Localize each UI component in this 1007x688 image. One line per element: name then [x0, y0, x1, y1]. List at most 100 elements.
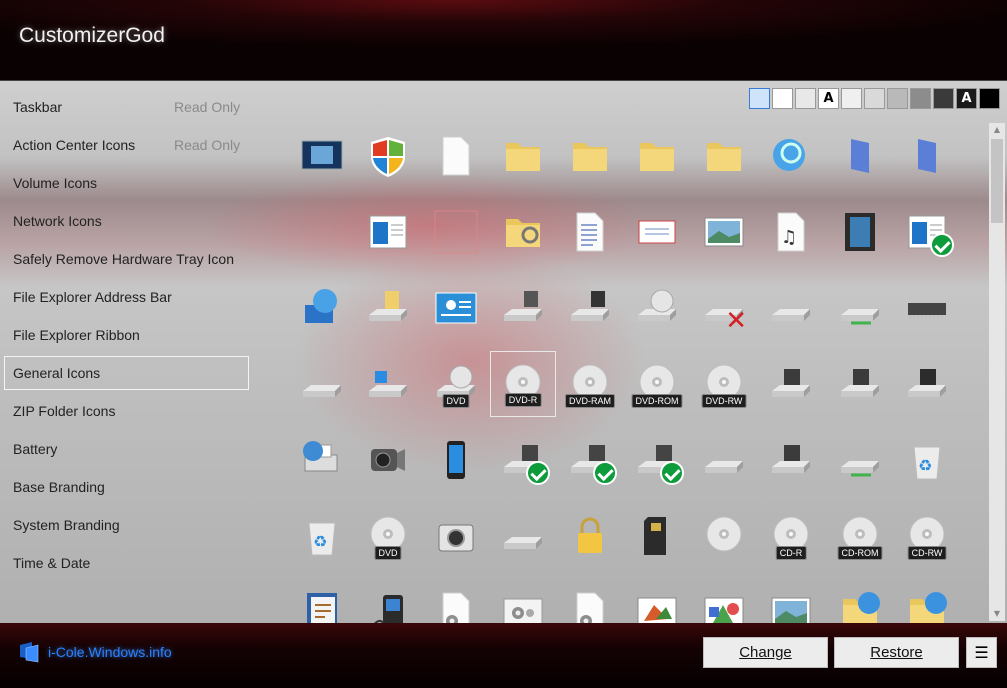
usb-drive-icon[interactable]: [894, 351, 960, 417]
text-document-icon[interactable]: [557, 199, 623, 265]
folder-icon[interactable]: [624, 123, 690, 189]
card-drive-icon[interactable]: [827, 351, 893, 417]
scroll-up-arrow-icon[interactable]: ▲: [989, 123, 1005, 137]
blank-square-icon[interactable]: [423, 199, 489, 265]
cd-drive-icon[interactable]: [624, 275, 690, 341]
windows-drive-icon[interactable]: [355, 351, 421, 417]
drive-error-icon[interactable]: ✕: [691, 275, 757, 341]
sidebar-item-time-date[interactable]: Time & Date: [4, 546, 249, 580]
dvd-ram-disc-icon[interactable]: DVD-RAM: [557, 351, 623, 417]
color-swatch[interactable]: [933, 88, 954, 109]
folder-search-icon[interactable]: [490, 199, 556, 265]
folder-narrow-icon[interactable]: [691, 123, 757, 189]
contacts-icon[interactable]: [289, 579, 355, 624]
removable-drive-icon[interactable]: [758, 427, 824, 493]
shapes-picture-icon[interactable]: [691, 579, 757, 624]
sidebar-item-action-center-icons[interactable]: Action Center Icons Read Only: [4, 128, 249, 162]
paint-picture-icon[interactable]: [624, 579, 690, 624]
sidebar-item-safely-remove-hardware-tray-icon[interactable]: Safely Remove Hardware Tray Icon: [4, 242, 249, 276]
color-swatch[interactable]: [772, 88, 793, 109]
scroll-down-arrow-icon[interactable]: ▼: [989, 607, 1005, 621]
recycle-bin-empty-icon[interactable]: ♻: [289, 503, 355, 569]
camcorder-icon[interactable]: [355, 427, 421, 493]
image-document-icon[interactable]: [691, 199, 757, 265]
blank-document-icon[interactable]: [423, 123, 489, 189]
folder-icon[interactable]: [557, 123, 623, 189]
scroll-thumb[interactable]: [991, 139, 1003, 223]
music-document-icon[interactable]: ♫: [758, 199, 824, 265]
library-narrow-icon[interactable]: [894, 123, 960, 189]
settings-file-icon[interactable]: [557, 579, 623, 624]
memory-chip-icon[interactable]: [894, 275, 960, 341]
network-globe-icon[interactable]: [289, 275, 355, 341]
color-swatch[interactable]: [864, 88, 885, 109]
shield-icon[interactable]: [355, 123, 421, 189]
color-swatch[interactable]: [841, 88, 862, 109]
network-drive-icon[interactable]: [827, 427, 893, 493]
color-swatch[interactable]: [795, 88, 816, 109]
color-swatch[interactable]: [910, 88, 931, 109]
phone-icon[interactable]: [423, 427, 489, 493]
settings-window-icon[interactable]: [490, 579, 556, 624]
network-drive-icon[interactable]: [827, 275, 893, 341]
envelope-document-icon[interactable]: [624, 199, 690, 265]
drive-check-icon[interactable]: [557, 427, 623, 493]
monitor-windows-icon[interactable]: [289, 123, 355, 189]
folder-icon[interactable]: [490, 123, 556, 189]
sidebar-item-volume-icons[interactable]: Volume Icons: [4, 166, 249, 200]
change-button[interactable]: Change: [703, 637, 828, 668]
printer-network-icon[interactable]: [289, 427, 355, 493]
restore-button[interactable]: Restore: [834, 637, 959, 668]
brand-link[interactable]: i-Cole.Windows.info: [18, 641, 172, 663]
sidebar-item-base-branding[interactable]: Base Branding: [4, 470, 249, 504]
cd-r-disc-icon[interactable]: CD-R: [758, 503, 824, 569]
color-swatch[interactable]: [979, 88, 1000, 109]
drive-check-icon[interactable]: [490, 427, 556, 493]
dvd-rom-disc-icon[interactable]: DVD-ROM: [624, 351, 690, 417]
dvd-rw-disc-icon[interactable]: DVD-RW: [691, 351, 757, 417]
dvd-r-disc-icon[interactable]: DVD-R: [490, 351, 556, 417]
sidebar-item-system-branding[interactable]: System Branding: [4, 508, 249, 542]
settings-document-icon[interactable]: [423, 579, 489, 624]
sidebar-item-general-icons[interactable]: General Icons: [4, 356, 249, 390]
drive-folder-icon[interactable]: [355, 275, 421, 341]
video-document-icon[interactable]: [827, 199, 893, 265]
drive-shortcut-icon[interactable]: [490, 503, 556, 569]
color-swatch[interactable]: A: [818, 88, 839, 109]
window-app-icon[interactable]: [355, 199, 421, 265]
sidebar-item-zip-folder-icons[interactable]: ZIP Folder Icons: [4, 394, 249, 428]
landscape-picture-icon[interactable]: [758, 579, 824, 624]
media-player-icon[interactable]: [355, 579, 421, 624]
globe-search-icon[interactable]: [759, 123, 825, 189]
cd-rw-disc-icon[interactable]: CD-RW: [894, 503, 960, 569]
color-swatch[interactable]: [887, 88, 908, 109]
scrollbar[interactable]: ▲ ▼: [989, 123, 1005, 621]
drive-icon[interactable]: [691, 427, 757, 493]
floppy-drive-icon[interactable]: [490, 275, 556, 341]
network-folder-icon[interactable]: [894, 579, 960, 624]
window-check-icon[interactable]: [894, 199, 960, 265]
library-icon[interactable]: [827, 123, 893, 189]
sidebar-item-network-icons[interactable]: Network Icons: [4, 204, 249, 238]
disc-icon[interactable]: [691, 503, 757, 569]
drive-icon[interactable]: [758, 275, 824, 341]
sd-card-icon[interactable]: [624, 503, 690, 569]
menu-icon[interactable]: ☰: [966, 637, 997, 668]
control-panel-icon[interactable]: [423, 275, 489, 341]
floppy-drive-dark-icon[interactable]: [557, 275, 623, 341]
padlock-icon[interactable]: [557, 503, 623, 569]
color-swatch[interactable]: A: [956, 88, 977, 109]
sidebar-item-battery[interactable]: Battery: [4, 432, 249, 466]
cd-rom-disc-icon[interactable]: CD-ROM: [827, 503, 893, 569]
removable-drive-icon[interactable]: [758, 351, 824, 417]
camera-icon[interactable]: [423, 503, 489, 569]
dvd-drive-icon[interactable]: DVD: [423, 351, 489, 417]
recycle-bin-full-icon[interactable]: ♻: [894, 427, 960, 493]
dvd-disc-icon[interactable]: DVD: [355, 503, 421, 569]
sidebar-item-taskbar[interactable]: Taskbar Read Only: [4, 90, 249, 124]
drive-flat-icon[interactable]: [289, 351, 355, 417]
color-swatch[interactable]: [749, 88, 770, 109]
network-folder-icon[interactable]: [827, 579, 893, 624]
drive-check-icon[interactable]: [624, 427, 690, 493]
sidebar-item-file-explorer-address-bar[interactable]: File Explorer Address Bar: [4, 280, 249, 314]
